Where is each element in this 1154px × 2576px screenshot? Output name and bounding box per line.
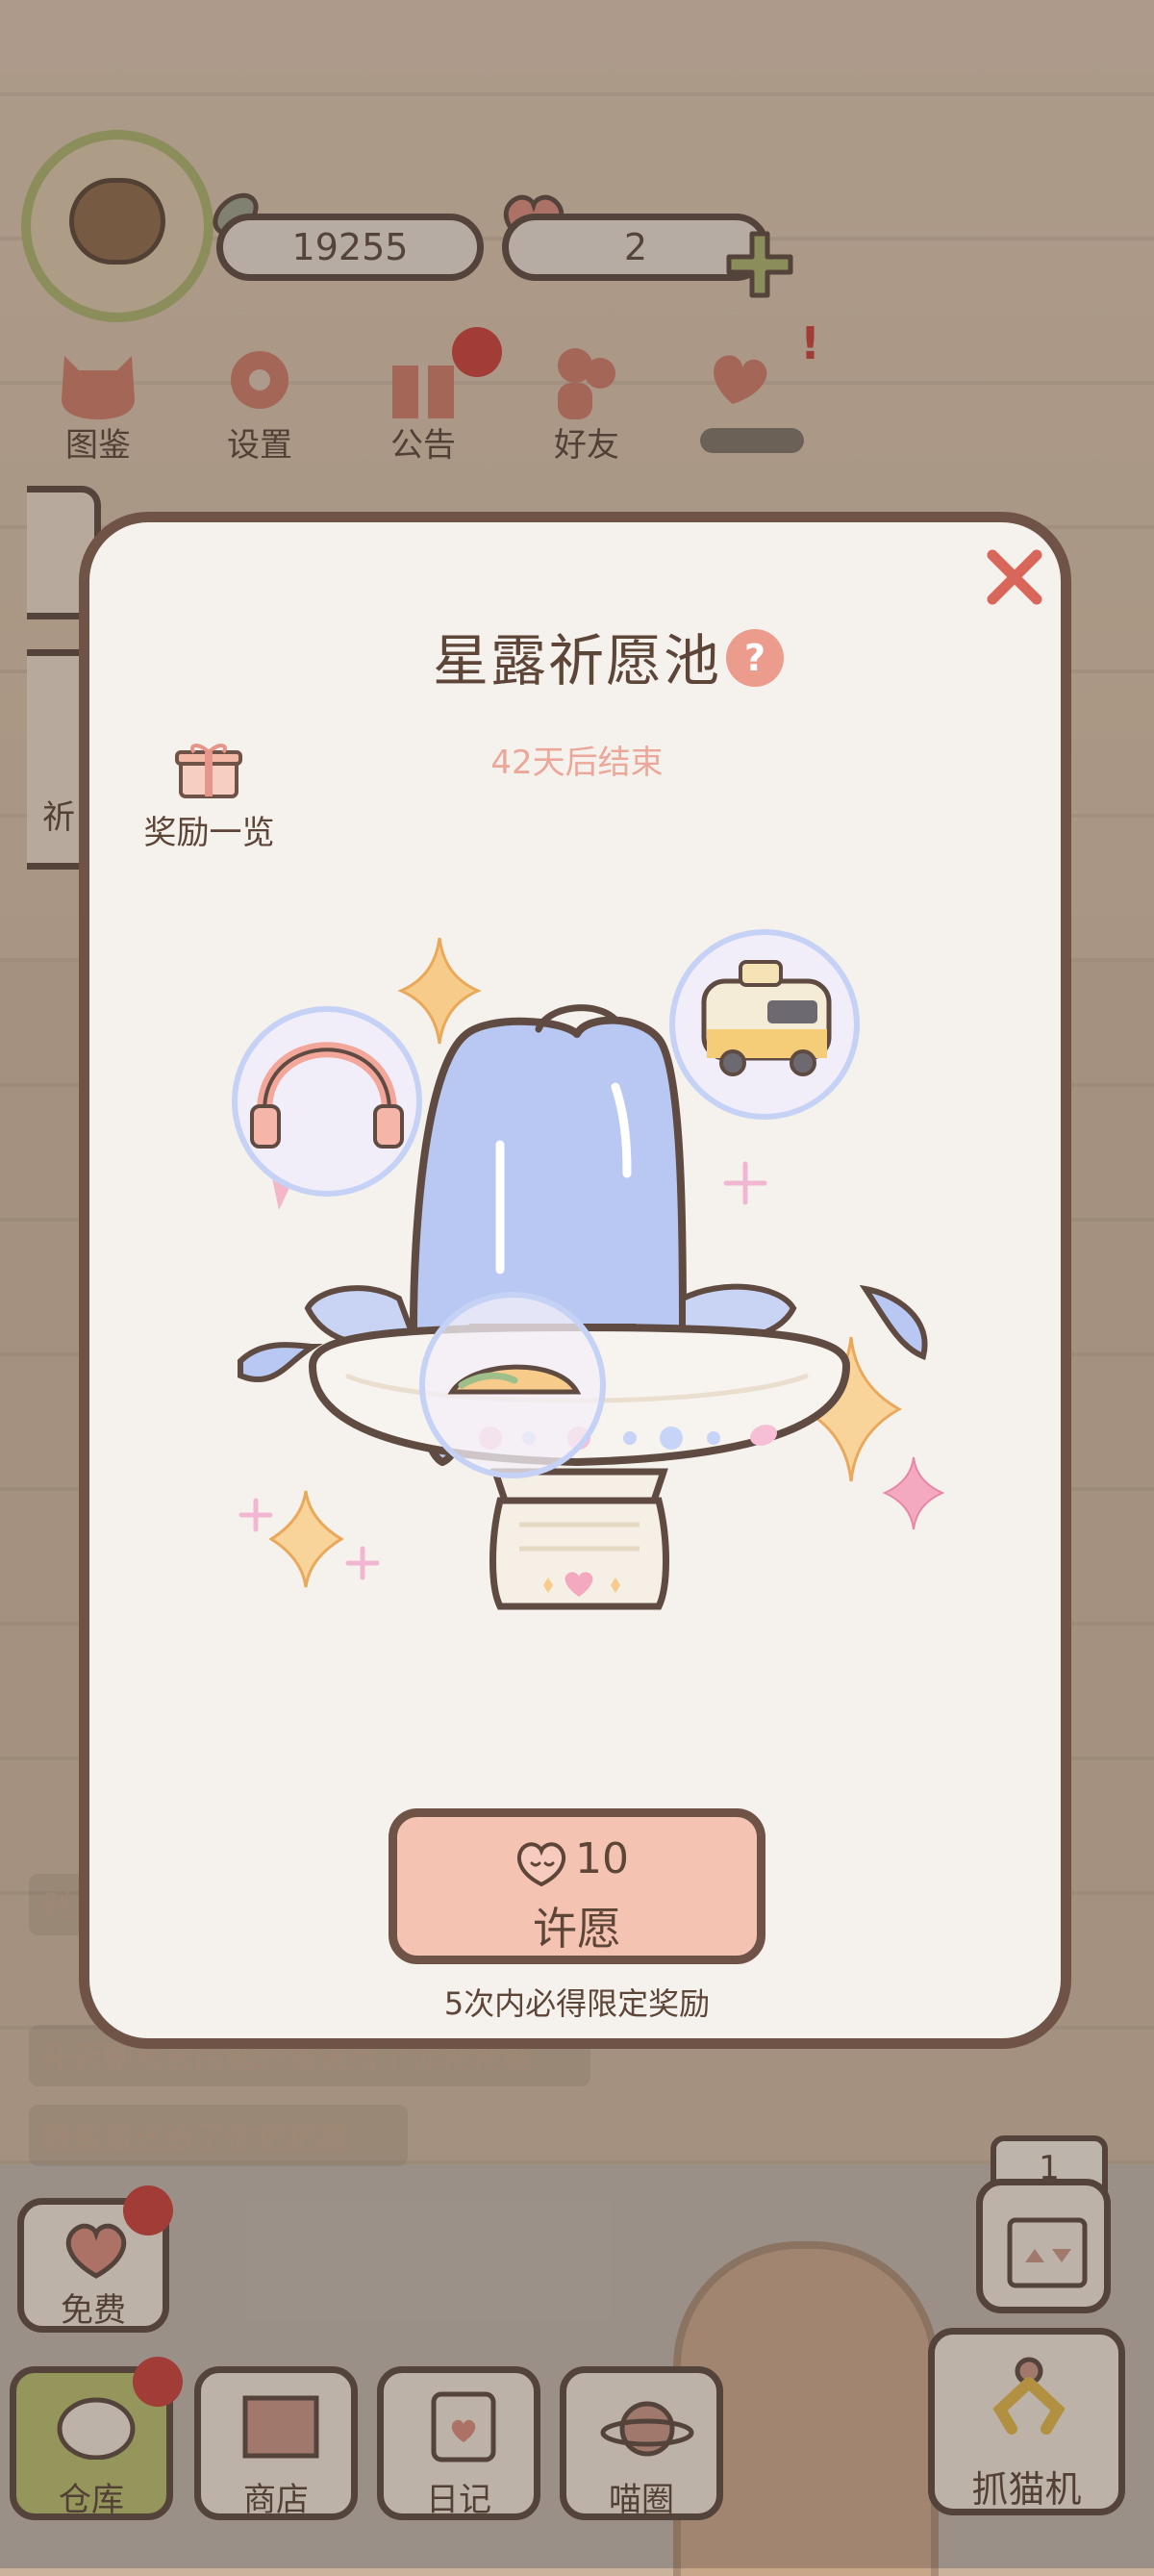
sparkle-icon — [397, 937, 482, 1045]
sparkle-icon — [268, 1490, 344, 1588]
sparkle-icon — [723, 1161, 767, 1205]
close-icon[interactable] — [981, 543, 1048, 611]
guarantee-text: 5次内必得限定奖励 — [443, 1985, 711, 2022]
wish-cost: 10 — [575, 1834, 629, 1883]
svg-text:?: ? — [744, 637, 765, 679]
sparkle-icon — [238, 1498, 273, 1532]
gift-box-icon — [175, 744, 242, 798]
camper-van-reward — [669, 929, 860, 1120]
wish-fountain-illustration — [232, 929, 945, 1610]
sparkle-icon — [882, 1456, 945, 1530]
fish-plate-reward — [419, 1292, 606, 1478]
headphones-reward — [232, 1006, 422, 1197]
heart-candy-icon — [516, 1842, 566, 1887]
reward-list-button[interactable]: 奖励一览 — [135, 731, 284, 852]
dialog-title: 星露祈愿池 — [432, 628, 721, 694]
help-icon[interactable]: ? — [724, 627, 786, 689]
wish-label: 许愿 — [533, 1903, 621, 1955]
reward-list-label: 奖励一览 — [143, 814, 275, 852]
sparkle-icon — [345, 1546, 380, 1580]
wish-button[interactable]: 10 许愿 — [389, 1808, 765, 1964]
